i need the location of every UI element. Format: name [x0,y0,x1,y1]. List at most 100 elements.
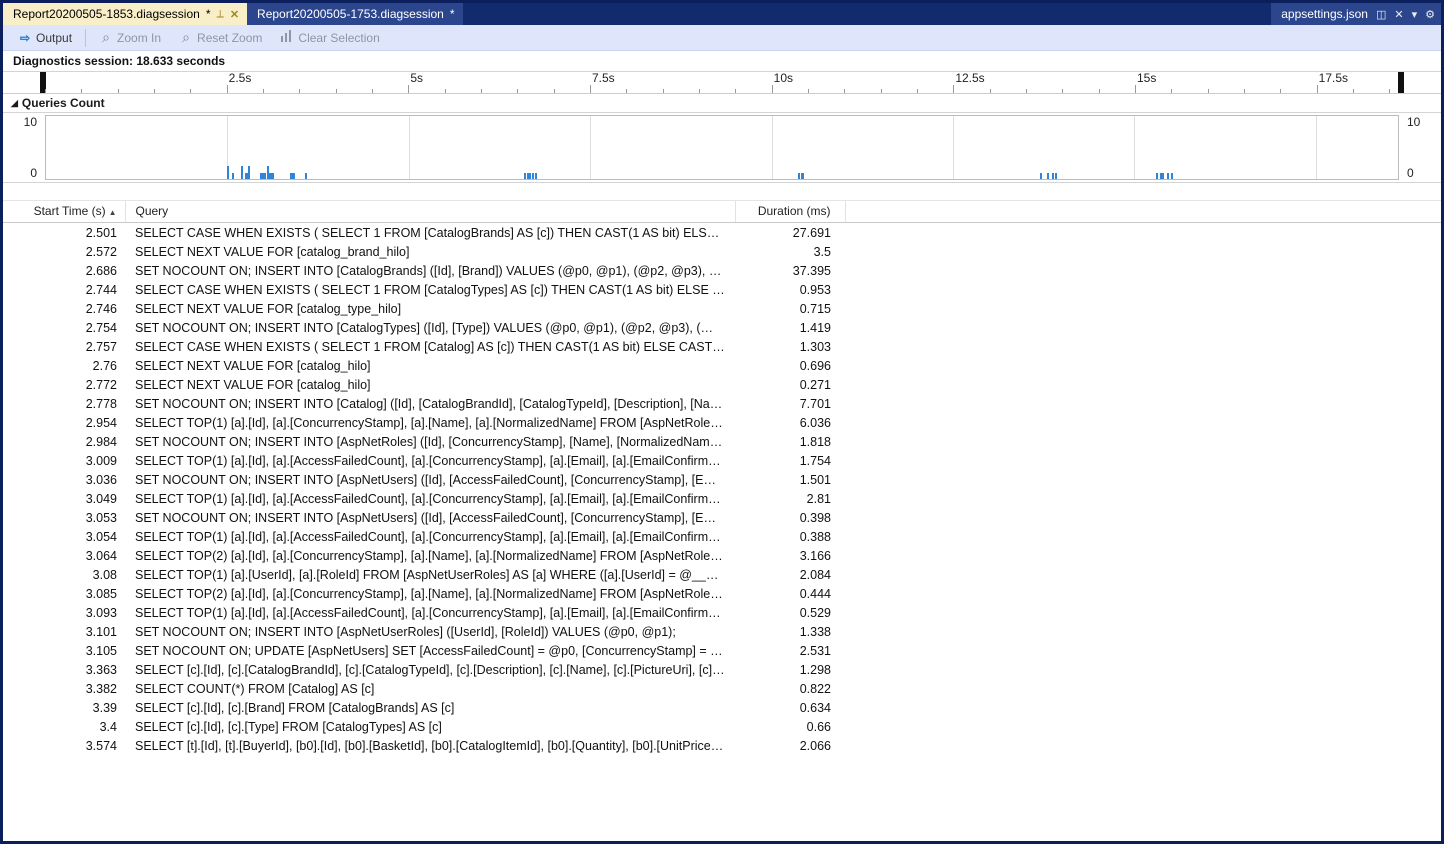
qc-plot-area [45,115,1399,180]
table-row[interactable]: 2.501SELECT CASE WHEN EXISTS ( SELECT 1 … [3,223,1441,243]
cell-start: 3.4 [3,717,125,736]
table-row[interactable]: 2.572SELECT NEXT VALUE FOR [catalog_bran… [3,242,1441,261]
cell-rest [845,356,1441,375]
col-header-rest [845,201,1441,223]
cell-query: SET NOCOUNT ON; INSERT INTO [CatalogType… [125,318,735,337]
table-row[interactable]: 3.064SELECT TOP(2) [a].[Id], [a].[Concur… [3,546,1441,565]
cell-duration: 6.036 [735,413,845,432]
cell-query: SET NOCOUNT ON; INSERT INTO [AspNetRoles… [125,432,735,451]
cell-rest [845,736,1441,755]
table-row[interactable]: 3.4SELECT [c].[Id], [c].[Type] FROM [Cat… [3,717,1441,736]
cell-query: SELECT NEXT VALUE FOR [catalog_type_hilo… [125,299,735,318]
reset-zoom-button[interactable]: Reset Zoom [172,26,269,49]
queries-count-chart[interactable]: 10 0 10 0 [3,113,1441,183]
table-row[interactable]: 2.954SELECT TOP(1) [a].[Id], [a].[Concur… [3,413,1441,432]
toolbar: ⇨ Output Zoom In Reset Zoom Clear Select… [3,25,1441,51]
cell-query: SELECT [t].[Id], [t].[BuyerId], [b0].[Id… [125,736,735,755]
cell-start: 3.064 [3,546,125,565]
tab-bar: Report20200505-1853.diagsession* ⟂ ✕ Rep… [3,3,1441,25]
cell-start: 3.574 [3,736,125,755]
table-row[interactable]: 2.686SET NOCOUNT ON; INSERT INTO [Catalo… [3,261,1441,280]
query-grid[interactable]: Start Time (s)▲ Query Duration (ms) 2.50… [3,201,1441,841]
cell-start: 3.053 [3,508,125,527]
table-row[interactable]: 3.101SET NOCOUNT ON; INSERT INTO [AspNet… [3,622,1441,641]
pin-icon[interactable]: ⟂ [216,8,223,21]
cell-rest [845,698,1441,717]
cell-query: SELECT TOP(1) [a].[Id], [a].[Concurrency… [125,413,735,432]
spacer [3,183,1441,201]
table-row[interactable]: 3.08SELECT TOP(1) [a].[UserId], [a].[Rol… [3,565,1441,584]
output-button[interactable]: ⇨ Output [11,28,79,48]
cell-start: 2.772 [3,375,125,394]
cell-query: SELECT TOP(1) [a].[UserId], [a].[RoleId]… [125,565,735,584]
table-row[interactable]: 3.574SELECT [t].[Id], [t].[BuyerId], [b0… [3,736,1441,755]
col-header-start[interactable]: Start Time (s)▲ [3,201,125,223]
table-row[interactable]: 2.754SET NOCOUNT ON; INSERT INTO [Catalo… [3,318,1441,337]
table-row[interactable]: 3.382SELECT COUNT(*) FROM [Catalog] AS [… [3,679,1441,698]
dropdown-icon[interactable]: ▾ [1412,8,1418,21]
cell-duration: 7.701 [735,394,845,413]
cell-start: 3.382 [3,679,125,698]
session-header-text: Diagnostics session: 18.633 seconds [13,54,225,68]
gear-icon[interactable]: ⚙ [1425,8,1435,21]
table-row[interactable]: 3.049SELECT TOP(1) [a].[Id], [a].[Access… [3,489,1441,508]
queries-count-title: Queries Count [22,96,105,110]
col-header-duration[interactable]: Duration (ms) [735,201,845,223]
col-header-query[interactable]: Query [125,201,735,223]
qc-y-min-r: 0 [1407,166,1435,180]
cell-start: 2.572 [3,242,125,261]
cell-query: SELECT TOP(2) [a].[Id], [a].[Concurrency… [125,584,735,603]
collapse-icon: ◢ [11,98,18,109]
cell-start: 3.101 [3,622,125,641]
table-row[interactable]: 3.363SELECT [c].[Id], [c].[CatalogBrandI… [3,660,1441,679]
preview-icon[interactable]: ◫ [1376,8,1386,21]
clear-selection-button[interactable]: Clear Selection [273,27,386,48]
table-row[interactable]: 2.76SELECT NEXT VALUE FOR [catalog_hilo]… [3,356,1441,375]
table-row[interactable]: 3.054SELECT TOP(1) [a].[Id], [a].[Access… [3,527,1441,546]
cell-duration: 0.529 [735,603,845,622]
cell-duration: 3.166 [735,546,845,565]
cell-rest [845,413,1441,432]
cell-rest [845,679,1441,698]
cell-rest [845,584,1441,603]
cell-query: SELECT [c].[Id], [c].[CatalogBrandId], [… [125,660,735,679]
table-row[interactable]: 2.984SET NOCOUNT ON; INSERT INTO [AspNet… [3,432,1441,451]
zoom-in-label: Zoom In [117,31,161,45]
tab-right-title[interactable]: appsettings.json [1281,7,1368,21]
table-row[interactable]: 2.757SELECT CASE WHEN EXISTS ( SELECT 1 … [3,337,1441,356]
cell-rest [845,546,1441,565]
cell-rest [845,660,1441,679]
cell-start: 3.054 [3,527,125,546]
cell-query: SELECT CASE WHEN EXISTS ( SELECT 1 FROM … [125,223,735,243]
tab-active-title: Report20200505-1853.diagsession [13,7,200,21]
table-row[interactable]: 3.053SET NOCOUNT ON; INSERT INTO [AspNet… [3,508,1441,527]
zoom-in-button[interactable]: Zoom In [92,26,168,49]
table-row[interactable]: 3.105SET NOCOUNT ON; UPDATE [AspNetUsers… [3,641,1441,660]
table-row[interactable]: 3.009SELECT TOP(1) [a].[Id], [a].[Access… [3,451,1441,470]
cell-duration: 0.953 [735,280,845,299]
table-row[interactable]: 3.093SELECT TOP(1) [a].[Id], [a].[Access… [3,603,1441,622]
qc-axis-right: 10 0 [1401,113,1441,182]
cell-query: SELECT NEXT VALUE FOR [catalog_hilo] [125,375,735,394]
table-row[interactable]: 3.085SELECT TOP(2) [a].[Id], [a].[Concur… [3,584,1441,603]
toolbar-separator [85,29,86,47]
close-icon[interactable]: ✕ [230,8,239,21]
timeline-ruler[interactable]: 2.5s5s7.5s10s12.5s15s17.5s [3,72,1441,94]
cell-rest [845,717,1441,736]
table-row[interactable]: 2.746SELECT NEXT VALUE FOR [catalog_type… [3,299,1441,318]
cell-rest [845,527,1441,546]
table-row[interactable]: 2.744SELECT CASE WHEN EXISTS ( SELECT 1 … [3,280,1441,299]
tab-inactive-title: Report20200505-1753.diagsession [257,7,444,21]
close-icon[interactable]: ✕ [1394,8,1403,21]
table-row[interactable]: 3.036SET NOCOUNT ON; INSERT INTO [AspNet… [3,470,1441,489]
table-row[interactable]: 2.778SET NOCOUNT ON; INSERT INTO [Catalo… [3,394,1441,413]
table-row[interactable]: 3.39SELECT [c].[Id], [c].[Brand] FROM [C… [3,698,1441,717]
cell-duration: 0.271 [735,375,845,394]
cell-start: 3.08 [3,565,125,584]
queries-count-header[interactable]: ◢ Queries Count [3,94,1441,113]
tab-active[interactable]: Report20200505-1853.diagsession* ⟂ ✕ [3,3,247,25]
query-table: Start Time (s)▲ Query Duration (ms) 2.50… [3,201,1441,755]
tab-inactive[interactable]: Report20200505-1753.diagsession* [247,3,462,25]
table-row[interactable]: 2.772SELECT NEXT VALUE FOR [catalog_hilo… [3,375,1441,394]
ruler-label: 10s [774,71,793,85]
